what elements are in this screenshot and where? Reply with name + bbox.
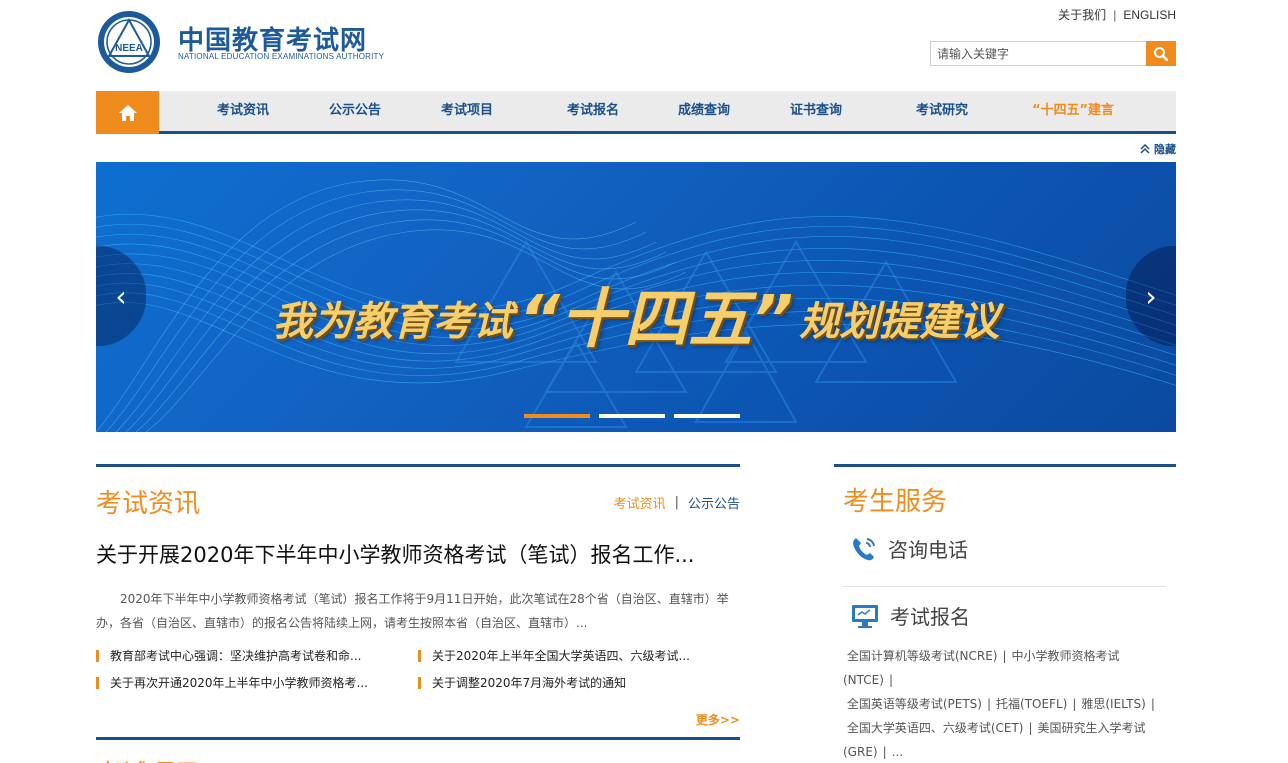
nav-item-score-query[interactable]: 成绩查询 — [659, 91, 749, 131]
list-item[interactable]: 教育部考试中心强调：坚决维护高考试卷和命... — [96, 649, 361, 663]
more-link[interactable]: 更多>> — [696, 711, 740, 728]
exam-signup-links: 全国计算机等级考试(NCRE) | 中小学教师资格考试(NTCE) | 全国英语等级考… — [843, 649, 1155, 759]
list-item[interactable]: 关于2020年上半年全国大学英语四、六级考试... — [418, 649, 690, 663]
nav-item-exam-research[interactable]: 考试研究 — [897, 91, 987, 131]
carousel-dot[interactable] — [524, 414, 590, 418]
nav-item-certificate-query[interactable]: 证书查询 — [771, 91, 861, 131]
signup-label: 考试报名 — [890, 605, 970, 629]
search-icon — [1154, 46, 1169, 61]
monitor-icon — [852, 604, 878, 628]
carousel-dot[interactable] — [674, 414, 740, 418]
hotline-link[interactable]: 咨询电话 — [850, 534, 968, 563]
phone-icon — [853, 537, 875, 560]
logo-text: NEEA — [115, 43, 143, 54]
nav-item-exam-projects[interactable]: 考试项目 — [422, 91, 512, 131]
nav-item-five-year-plan[interactable]: “十四五”建言 — [1016, 91, 1130, 131]
exam-news-section: 考试资讯 考试资讯 | 公示公告 关于开展2020年下半年中小学教师资格考试（笔… — [96, 464, 740, 727]
divider — [843, 586, 1166, 587]
section-title: 考试项目 — [96, 754, 200, 763]
slogan-highlight: “十四五” — [518, 283, 794, 357]
search-button[interactable] — [1146, 41, 1176, 66]
banner-carousel: 我为教育考试“十四五” 规划提建议 ‹ › — [96, 162, 1176, 432]
carousel-dot[interactable] — [599, 414, 665, 418]
slogan-right: 规划提建议 — [799, 299, 1000, 345]
tab-exam-news[interactable]: 考试资讯 — [614, 493, 666, 512]
banner-next-button[interactable]: › — [1126, 246, 1176, 346]
exam-link-pets[interactable]: 全国英语等级考试(PETS) — [847, 697, 982, 711]
section-title: 考试资讯 — [96, 489, 201, 519]
tab-announcements[interactable]: 公示公告 — [688, 493, 740, 512]
nav-item-exam-news[interactable]: 考试资讯 — [198, 91, 288, 131]
exam-projects-section: 考试项目 — [96, 737, 740, 763]
exam-link-toefl[interactable]: 托福(TOEFL) — [996, 697, 1067, 711]
news-tabs: 考试资讯 | 公示公告 — [614, 493, 740, 512]
exam-link-ielts[interactable]: 雅思(IELTS) — [1081, 697, 1145, 711]
english-link[interactable]: ENGLISH — [1123, 8, 1176, 22]
hotline-label: 咨询电话 — [888, 538, 968, 562]
top-links: 关于我们 | ENGLISH — [1058, 6, 1176, 23]
neea-logo[interactable]: NEEA — [96, 10, 162, 74]
student-services-section: 考生服务 咨询电话 考试报名 全国计算机等级考试(NCRE) | 中小学教师资格考试… — [834, 464, 1176, 759]
headline-summary: 2020年下半年中小学教师资格考试（笔试）报名工作将于9月11日开始，此次笔试在… — [96, 592, 729, 630]
section-title: 考生服务 — [843, 487, 948, 517]
exam-link-more[interactable]: ... — [892, 745, 903, 759]
headline-link[interactable]: 关于开展2020年下半年中小学教师资格考试（笔试）报名工作... — [96, 539, 694, 569]
carousel-indicators — [524, 414, 740, 418]
nav-item-registration[interactable]: 考试报名 — [548, 91, 638, 131]
exam-link-ncre[interactable]: 全国计算机等级考试(NCRE) — [847, 649, 998, 663]
banner-prev-button[interactable]: ‹ — [96, 246, 146, 346]
main-nav: 考试资讯 公示公告 考试项目 考试报名 成绩查询 证书查询 考试研究 “十四五”… — [96, 91, 1176, 134]
signup-link[interactable]: 考试报名 — [850, 601, 970, 630]
slogan-left: 我为教育考试 — [272, 299, 513, 345]
home-icon — [118, 104, 137, 121]
hide-banner-link[interactable]: 隐藏 — [1140, 141, 1176, 157]
chevron-left-icon: ‹ — [115, 279, 127, 313]
list-item[interactable]: 关于调整2020年7月海外考试的通知 — [418, 676, 626, 690]
nav-item-announcements[interactable]: 公示公告 — [310, 91, 400, 131]
about-us-link[interactable]: 关于我们 — [1058, 6, 1106, 23]
search-box — [930, 41, 1176, 66]
chevron-right-icon: › — [1145, 279, 1157, 313]
home-button[interactable] — [96, 91, 159, 134]
chevron-up-icon — [1140, 144, 1150, 154]
list-item[interactable]: 关于再次开通2020年上半年中小学教师资格考... — [96, 676, 368, 690]
banner-slogan[interactable]: 我为教育考试“十四五” 规划提建议 — [96, 262, 1176, 357]
exam-link-cet[interactable]: 全国大学英语四、六级考试(CET) — [847, 721, 1024, 735]
site-subtitle: NATIONAL EDUCATION EXAMINATIONS AUTHORIT… — [178, 52, 385, 61]
divider: | — [1113, 7, 1117, 22]
divider: | — [674, 495, 679, 510]
hide-label: 隐藏 — [1154, 143, 1176, 156]
search-input[interactable] — [930, 41, 1146, 66]
